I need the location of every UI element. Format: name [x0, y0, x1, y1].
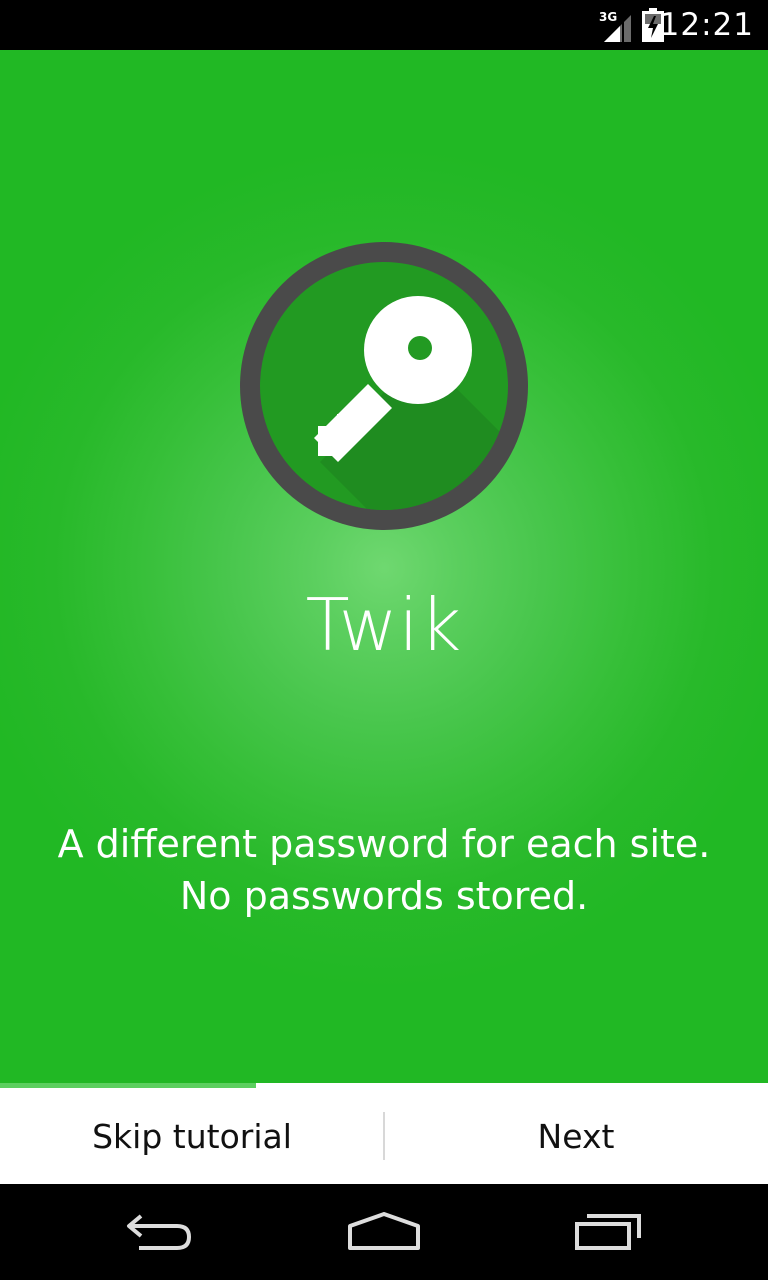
tagline-line-2: No passwords stored.: [179, 874, 589, 918]
home-button[interactable]: [339, 1206, 429, 1258]
tagline-line-1: A different password for each site.: [57, 822, 711, 866]
navigation-bar: [0, 1184, 768, 1280]
action-bar: Skip tutorial Next: [0, 1088, 768, 1184]
status-bar: 3G 12:21: [0, 0, 768, 50]
skip-tutorial-button[interactable]: Skip tutorial: [0, 1088, 384, 1184]
network-type-label: 3G: [599, 10, 617, 24]
next-button[interactable]: Next: [384, 1088, 768, 1184]
recents-icon: [575, 1214, 641, 1250]
back-button[interactable]: [115, 1206, 205, 1258]
signal-3g-icon: 3G: [599, 10, 631, 42]
back-icon: [127, 1214, 192, 1250]
tutorial-page: Twik A different password for each site.…: [0, 50, 768, 1084]
tagline: A different password for each site. No p…: [0, 818, 768, 922]
tutorial-screen: 3G 12:21 Twik A different password for e…: [0, 0, 768, 1280]
key-icon: [240, 242, 528, 530]
recents-button[interactable]: [564, 1206, 654, 1258]
app-title: Twik: [305, 583, 463, 667]
status-time: 12:21: [659, 7, 754, 43]
home-icon: [348, 1212, 420, 1250]
